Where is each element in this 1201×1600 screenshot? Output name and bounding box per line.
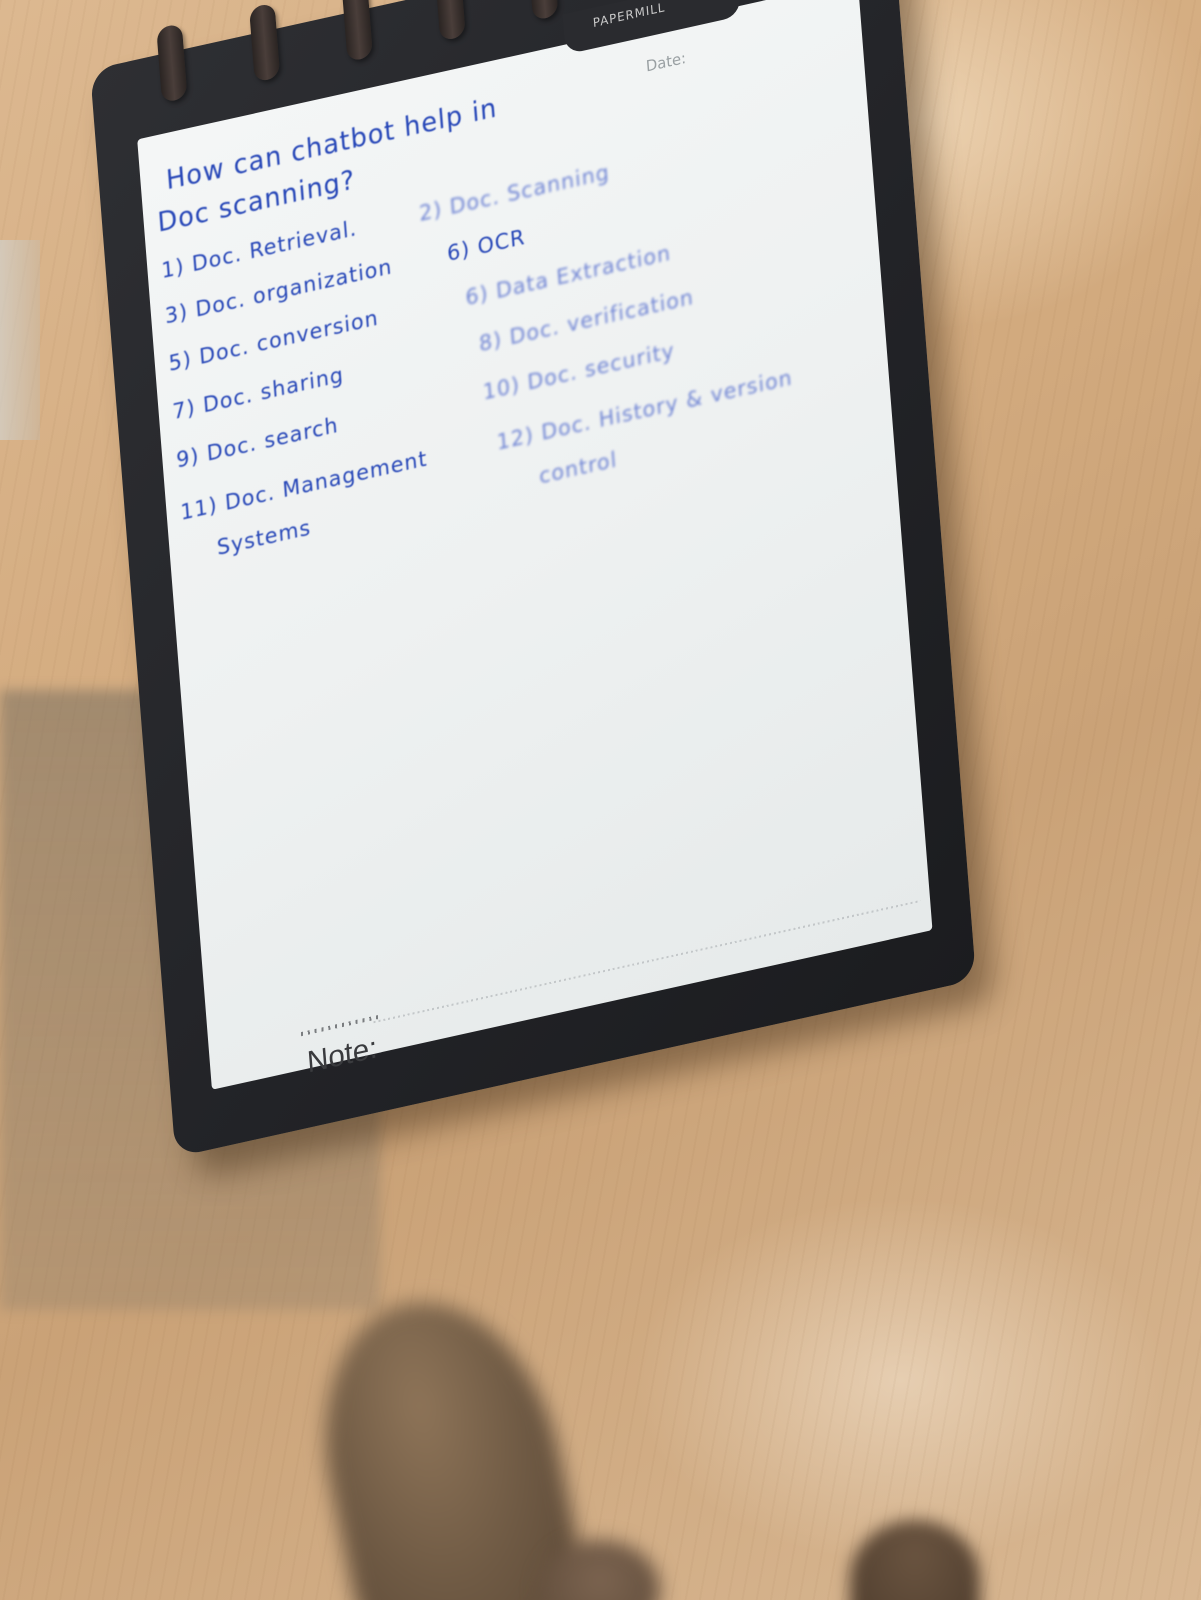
photo-scene: PAPERMILL Date: How can chatbot help in … <box>0 0 1201 1600</box>
binder-ring <box>341 0 374 63</box>
binder-ring <box>434 0 466 42</box>
binder-ring <box>527 0 559 21</box>
notebook-clipboard: PAPERMILL Date: How can chatbot help in … <box>90 0 977 1158</box>
glass-object <box>0 240 40 440</box>
